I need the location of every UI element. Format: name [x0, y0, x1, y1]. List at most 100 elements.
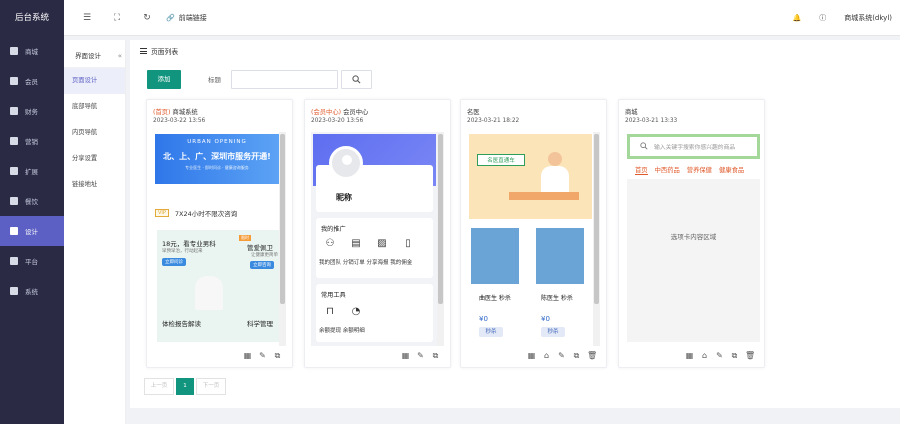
qrcode-icon[interactable]: ▦	[527, 351, 536, 360]
card-date: 2023-03-21 18:22	[467, 118, 520, 124]
card-tag: (会员中心)	[311, 109, 342, 116]
delete-icon[interactable]: 🗑	[587, 351, 597, 360]
sub-menu-item[interactable]: 分享设置	[64, 146, 125, 172]
menu-toggle-icon[interactable]: ☰	[80, 13, 94, 23]
order-icon[interactable]: ▤	[345, 238, 367, 249]
refresh-icon[interactable]: ↻	[140, 13, 154, 23]
frontend-link[interactable]: 🔗 前端链接	[166, 13, 207, 23]
search-icon	[352, 75, 361, 84]
section-title: 常用工具	[321, 292, 346, 299]
bell-icon[interactable]: 🔔	[792, 14, 801, 22]
sidebar-item[interactable]: 设计	[0, 216, 64, 246]
frontend-link-label: 前端链接	[178, 13, 207, 22]
promo-item-label: 分销订单	[342, 260, 365, 266]
mall-tab[interactable]: 营养保健	[687, 165, 712, 175]
card-tag: (首页)	[153, 109, 171, 116]
nickname: 昵称	[336, 193, 352, 202]
sub-menu-item[interactable]: 内页导航	[64, 120, 125, 146]
withdraw-icon[interactable]: ⊓	[319, 306, 341, 317]
user-menu[interactable]: 商城系统(dkyl)	[844, 13, 892, 23]
search-button[interactable]	[341, 70, 372, 89]
sub-menu-item[interactable]: 链接地址	[64, 172, 125, 198]
sidebar-item[interactable]: 财务	[0, 96, 64, 126]
app-title: 后台系统	[14, 13, 49, 23]
home-icon[interactable]: ⌂	[542, 351, 551, 360]
card-name: 会员中心	[343, 109, 369, 116]
mall-tab[interactable]: 首页	[635, 165, 648, 175]
edit-icon[interactable]: ✎	[715, 351, 724, 360]
banner-tag: 名医直通车	[477, 154, 525, 166]
fullscreen-icon[interactable]: ⛶	[110, 13, 124, 23]
sidebar-item[interactable]: 平台	[0, 246, 64, 276]
tool-item-label: 余额明细	[342, 328, 365, 334]
team-icon[interactable]: ⚇	[319, 238, 341, 249]
card-actions: ▦ ✎ ⧉	[243, 351, 282, 360]
marketing-icon	[10, 137, 18, 145]
doctor-image	[195, 276, 223, 310]
preview-scrollbar[interactable]	[593, 132, 600, 346]
help-icon[interactable]: ⓘ	[819, 13, 826, 23]
edit-icon[interactable]: ✎	[557, 351, 566, 360]
section-title: 我的推广	[321, 226, 346, 233]
sidebar-item[interactable]: 商城	[0, 36, 64, 66]
title-filter-input[interactable]	[231, 70, 338, 89]
edit-icon[interactable]: ✎	[258, 351, 267, 360]
platform-icon	[10, 257, 18, 265]
copy-icon[interactable]: ⧉	[273, 351, 282, 360]
doctor-price: ¥0	[541, 315, 550, 323]
collapse-icon[interactable]: «	[118, 44, 122, 68]
page-title-text: 页面列表	[151, 48, 179, 56]
sidebar-item[interactable]: 系统	[0, 276, 64, 306]
mall-tab[interactable]: 中西药品	[655, 165, 680, 175]
copy-icon[interactable]: ⧉	[431, 351, 440, 360]
sub-menu-item[interactable]: 页面设计	[64, 68, 125, 94]
mall-tab[interactable]: 健康食品	[719, 165, 744, 175]
mall-search-placeholder: 输入关键字搜索你感兴趣的商品	[654, 145, 736, 151]
tools-box: 常用工具 ⊓ ◔ 余额提现 余额明细	[316, 284, 433, 342]
sidebar-item[interactable]: 餐饮	[0, 186, 64, 216]
delete-icon[interactable]: 🗑	[745, 351, 755, 360]
home-icon[interactable]: ⌂	[700, 351, 709, 360]
sidebar-item-label: 系统	[25, 288, 38, 296]
design-icon	[10, 227, 18, 235]
poster-icon[interactable]: ▨	[371, 238, 393, 249]
add-button[interactable]: 添加	[147, 70, 181, 89]
promo-item-label: 我的团队	[319, 260, 342, 266]
next-page-button[interactable]: 下一页	[196, 378, 226, 395]
mall-search-box[interactable]: 输入关键字搜索你感兴趣的商品	[627, 134, 760, 159]
page-number[interactable]: 1	[176, 378, 194, 395]
qrcode-icon[interactable]: ▦	[401, 351, 410, 360]
banner-line1: URBAN OPENING	[187, 139, 247, 145]
qrcode-icon[interactable]: ▦	[243, 351, 252, 360]
sidebar-item[interactable]: 营销	[0, 126, 64, 156]
sub-menu-item[interactable]: 底部导航	[64, 94, 125, 120]
copy-icon[interactable]: ⧉	[730, 351, 739, 360]
balance-icon[interactable]: ◔	[345, 306, 367, 317]
page-card-doctor: 名医 2023-03-21 18:22 名医直通车 曲医生 秒杀 陈医生 秒杀 …	[460, 99, 607, 368]
flash-sale-button[interactable]: 秒杀	[479, 327, 503, 337]
banner-line2: 北、上、广、深圳市服务开通!	[163, 152, 271, 161]
sidebar-item-label: 扩展	[25, 168, 38, 176]
doctor-price: ¥0	[479, 315, 488, 323]
main-panel: 页面列表 添加 标题 (首页) 商城系统 2023-03-22 13:56 UR…	[130, 40, 900, 408]
commission-icon[interactable]: ▯	[397, 238, 419, 249]
promo2-button[interactable]: 立即咨询	[250, 261, 274, 269]
card-title: (首页) 商城系统	[153, 107, 198, 116]
search-icon	[640, 142, 648, 150]
finance-icon	[10, 107, 18, 115]
preview-scrollbar[interactable]	[279, 132, 286, 346]
copy-icon[interactable]: ⧉	[572, 351, 581, 360]
sidebar-item-label: 设计	[25, 228, 38, 236]
sidebar-item[interactable]: 扩展	[0, 156, 64, 186]
extension-icon	[10, 167, 18, 175]
edit-icon[interactable]: ✎	[416, 351, 425, 360]
qrcode-icon[interactable]: ▦	[685, 351, 694, 360]
flash-sale-button[interactable]: 秒杀	[541, 327, 565, 337]
page-preview: URBAN OPENING 北、上、广、深圳市服务开通! 专业医生 · 即时问诊…	[153, 132, 280, 346]
mall-tabs: 首页 中西药品 营养保健 健康食品	[635, 165, 744, 175]
shop-icon	[10, 47, 18, 55]
preview-scrollbar[interactable]	[437, 132, 444, 346]
sidebar-item[interactable]: 会员	[0, 66, 64, 96]
prev-page-button[interactable]: 上一页	[144, 378, 174, 395]
promo-button[interactable]: 立即问诊	[162, 258, 186, 266]
